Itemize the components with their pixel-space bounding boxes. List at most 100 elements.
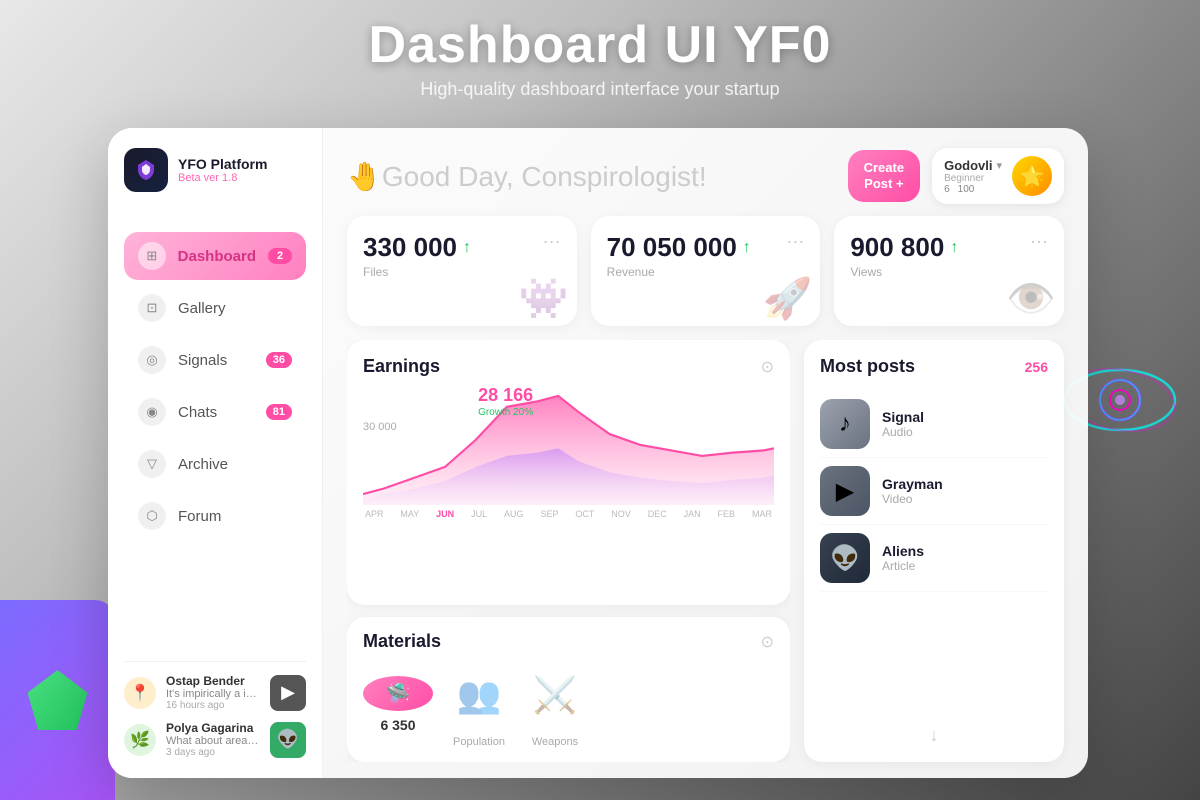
dashboard-card: YFO Platform Beta ver 1.8 ⊞ Dashboard 2 …: [108, 128, 1088, 778]
views-more-icon[interactable]: ⋯: [1030, 232, 1048, 253]
month-jan: JAN: [684, 509, 701, 519]
sidebar-item-dashboard[interactable]: ⊞ Dashboard 2: [124, 232, 306, 280]
forum-label: Forum: [178, 508, 292, 525]
views-illustration: 👁️: [1006, 275, 1056, 322]
archive-label: Archive: [178, 456, 292, 473]
most-posts-header: Most posts 256: [820, 356, 1048, 377]
chat-avatar-2: 🌿: [124, 724, 156, 756]
files-arrow: ↑: [463, 239, 471, 257]
earnings-options-icon[interactable]: ⊙: [761, 357, 774, 377]
files-illustration: 👾: [519, 275, 569, 322]
logo-text: YFO Platform Beta ver 1.8: [178, 156, 267, 184]
aliens-name: Aliens: [882, 543, 924, 559]
earnings-title: Earnings: [363, 356, 440, 377]
month-aug: AUG: [504, 509, 524, 519]
chat-previews: 📍 Ostap Bender It's impirically a imposs…: [124, 661, 306, 758]
chat-content-1: Ostap Bender It's impirically a impossib…: [166, 674, 260, 711]
stat-card-views: 900 800 ↑ Views ⋯ 👁️: [834, 216, 1064, 326]
views-value: 900 800: [850, 232, 944, 263]
greeting-text: 🤚Good Day, Conspirologist!: [347, 160, 836, 193]
main-header: 🤚Good Day, Conspirologist! Create Post +…: [323, 128, 1088, 216]
month-dec: DEC: [648, 509, 667, 519]
left-bottom: Earnings ⊙ 28 166 Growth 20% 30 000: [347, 340, 790, 762]
aliens-icon: 👽: [830, 544, 860, 573]
chat-item-2[interactable]: 🌿 Polya Gagarina What about area 51 and …: [124, 721, 306, 758]
signal-type: Audio: [882, 425, 924, 439]
user-info: Godovli ▾ Beginner 6 100: [944, 158, 1002, 195]
chart-months: APR MAY JUN JUL AUG SEP OCT NOV DEC JAN …: [363, 509, 774, 519]
chats-badge: 81: [266, 404, 292, 420]
user-profile: Godovli ▾ Beginner 6 100 🌟: [932, 148, 1064, 204]
month-jul: JUL: [471, 509, 487, 519]
dashboard-badge: 2: [268, 248, 292, 264]
user-role: Beginner: [944, 173, 1002, 184]
most-posts-card: Most posts 256 ♪ Signal Audio ▶: [804, 340, 1064, 762]
chat-name-1: Ostap Bender: [166, 674, 260, 688]
chat-name-2: Polya Gagarina: [166, 721, 260, 735]
sidebar-item-gallery[interactable]: ⊡ Gallery: [124, 284, 306, 332]
revenue-arrow: ↑: [743, 239, 751, 257]
weapons-label: Weapons: [532, 736, 578, 748]
sidebar: YFO Platform Beta ver 1.8 ⊞ Dashboard 2 …: [108, 128, 323, 778]
chat-time-2: 3 days ago: [166, 747, 260, 758]
revenue-value: 70 050 000: [607, 232, 737, 263]
files-label: Files: [363, 265, 471, 279]
material-weapons: ⚔️ Weapons: [525, 660, 585, 748]
stats-row: 330 000 ↑ Files ⋯ 👾 70 050 000 ↑: [323, 216, 1088, 340]
bottom-content: Earnings ⊙ 28 166 Growth 20% 30 000: [323, 340, 1088, 778]
views-arrow: ↑: [950, 239, 958, 257]
weapons-figure: ⚔️: [525, 660, 585, 730]
earnings-card: Earnings ⊙ 28 166 Growth 20% 30 000: [347, 340, 790, 605]
chat-item-1[interactable]: 📍 Ostap Bender It's impirically a imposs…: [124, 674, 306, 711]
sidebar-item-signals[interactable]: ◎ Signals 36: [124, 336, 306, 384]
chart-peak-sub: Growth 20%: [478, 407, 533, 418]
material-value: 6 350: [380, 717, 415, 733]
grayman-name: Grayman: [882, 476, 943, 492]
earnings-chart: 28 166 Growth 20% 30 000: [363, 385, 774, 505]
archive-icon: ▽: [138, 450, 166, 478]
gem-icon: [28, 670, 88, 730]
signals-icon: ◎: [138, 346, 166, 374]
post-item-aliens[interactable]: 👽 Aliens Article: [820, 525, 1048, 592]
grayman-thumb: ▶: [820, 466, 870, 516]
user-stat2: 100: [958, 184, 975, 195]
post-item-grayman[interactable]: ▶ Grayman Video: [820, 458, 1048, 525]
month-jun: JUN: [436, 509, 454, 519]
sidebar-item-archive[interactable]: ▽ Archive: [124, 440, 306, 488]
month-may: MAY: [400, 509, 419, 519]
scroll-down-icon[interactable]: ↓: [820, 725, 1048, 746]
sidebar-item-forum[interactable]: ⬡ Forum: [124, 492, 306, 540]
signal-icon: ♪: [839, 410, 851, 438]
post-item-signal[interactable]: ♪ Signal Audio: [820, 391, 1048, 458]
gallery-icon: ⊡: [138, 294, 166, 322]
user-stats: 6 100: [944, 184, 1002, 195]
chat-preview-2: What about area 51 and 6?: [166, 735, 260, 747]
month-apr: APR: [365, 509, 384, 519]
grayman-info: Grayman Video: [882, 476, 943, 506]
signal-info: Signal Audio: [882, 409, 924, 439]
decorative-bottom-left: [0, 600, 115, 800]
chats-label: Chats: [178, 404, 254, 421]
chat-time-1: 16 hours ago: [166, 700, 260, 711]
most-posts-count: 256: [1025, 359, 1048, 375]
chart-peak-value: 28 166: [478, 385, 533, 406]
aliens-info: Aliens Article: [882, 543, 924, 573]
user-dropdown-icon[interactable]: ▾: [996, 159, 1002, 172]
create-post-button[interactable]: Create Post +: [848, 150, 920, 201]
month-sep: SEP: [540, 509, 558, 519]
population-label: Population: [453, 736, 505, 748]
revenue-illustration: 🚀: [763, 275, 813, 322]
dashboard-label: Dashboard: [178, 248, 256, 265]
materials-options-icon[interactable]: ⊙: [761, 632, 774, 652]
signals-badge: 36: [266, 352, 292, 368]
revenue-more-icon[interactable]: ⋯: [786, 232, 804, 253]
sidebar-item-chats[interactable]: ◉ Chats 81: [124, 388, 306, 436]
month-feb: FEB: [718, 509, 736, 519]
chats-icon: ◉: [138, 398, 166, 426]
page-header: Dashboard UI YF0 High-quality dashboard …: [0, 15, 1200, 100]
main-subtitle: High-quality dashboard interface your st…: [0, 79, 1200, 100]
chat-thumb-2: 👽: [270, 722, 306, 758]
materials-title: Materials: [363, 631, 441, 652]
files-more-icon[interactable]: ⋯: [543, 232, 561, 253]
forum-icon: ⬡: [138, 502, 166, 530]
